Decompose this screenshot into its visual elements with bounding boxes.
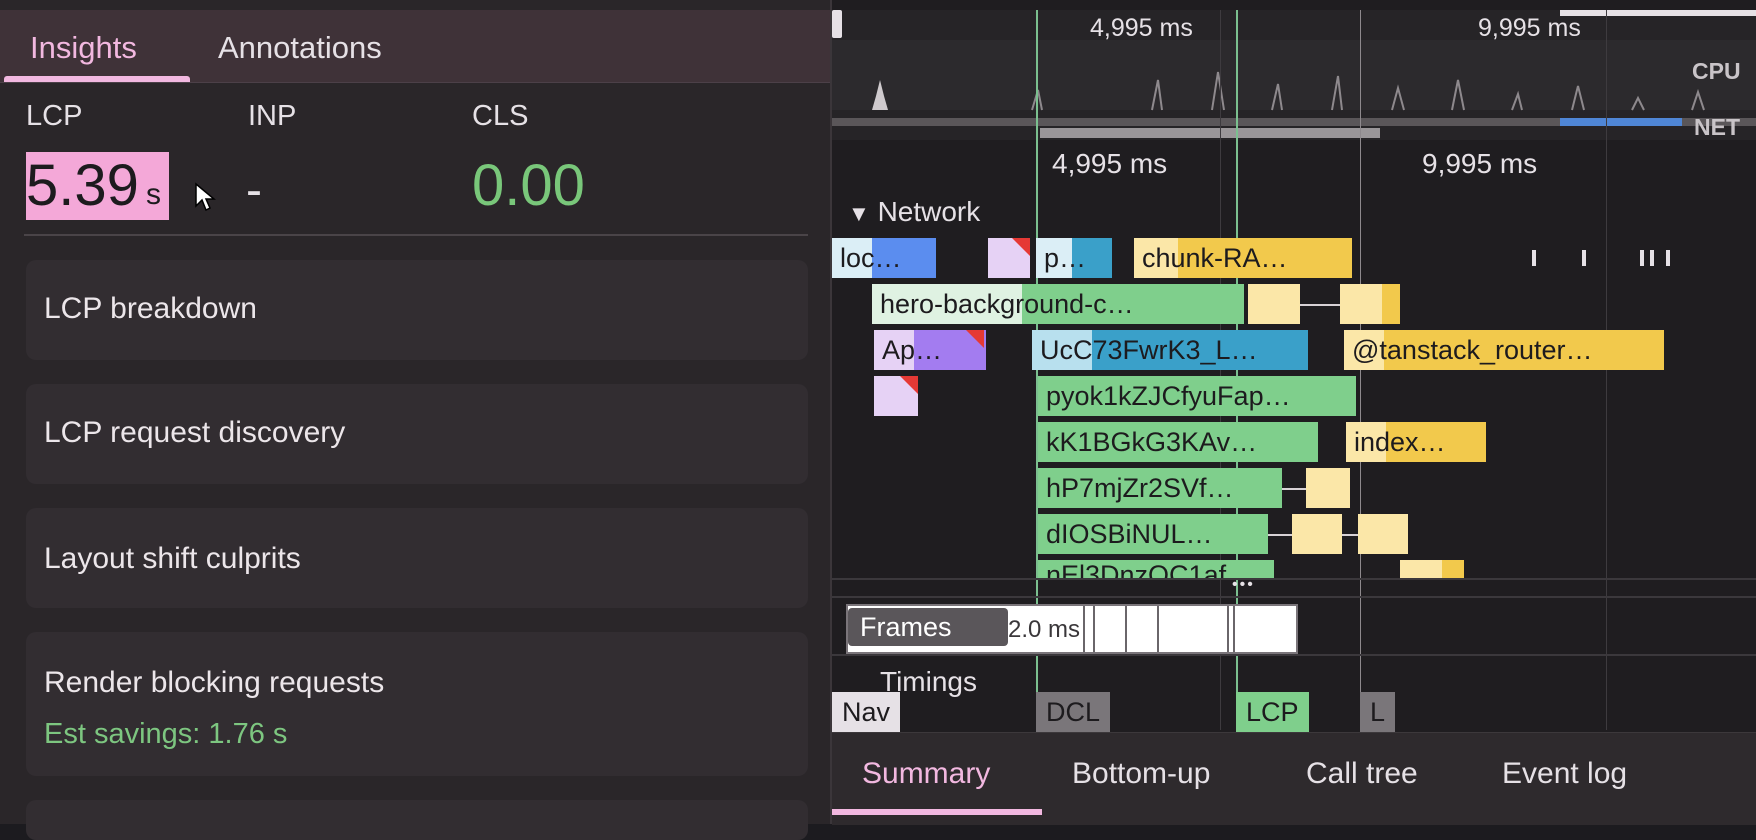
tab-bottom-up[interactable]: Bottom-up — [1072, 757, 1210, 791]
lcp-unit: s — [146, 178, 161, 211]
insights-tabbar: Insights Annotations — [0, 10, 830, 83]
network-title: Network — [877, 196, 981, 227]
request-bar[interactable]: p… — [1036, 238, 1112, 278]
inp-label: INP — [248, 100, 297, 132]
mouse-cursor-icon — [195, 182, 216, 212]
est-savings: Est savings: 1.76 s — [44, 718, 288, 750]
performance-timeline: 4,995 ms 9,995 ms CPU NET 4,995 ms 9,995… — [832, 0, 1756, 825]
insights-panel: Insights Annotations LCP INP CLS 5.39 s … — [0, 0, 832, 840]
request-bar[interactable] — [1306, 468, 1350, 508]
request-bar[interactable]: hero-background-c… — [872, 284, 1244, 324]
overview-tick-1: 4,995 ms — [1090, 14, 1193, 42]
metrics-divider — [24, 234, 808, 236]
tab-summary[interactable]: Summary — [862, 757, 990, 791]
timing-marker-load[interactable]: L — [1360, 692, 1396, 732]
ruler-tick-2: 9,995 ms — [1422, 148, 1538, 179]
network-track-header[interactable]: ▼ Network — [848, 196, 980, 228]
request-bar[interactable] — [1248, 284, 1300, 324]
request-tick — [1666, 250, 1670, 266]
lcp-label: LCP — [26, 100, 83, 132]
request-bar[interactable]: UcC73FwrK3_L… — [1032, 330, 1308, 370]
expand-triangle-icon: ▼ — [848, 201, 870, 226]
load-marker-line — [1360, 10, 1361, 730]
insight-lcp-request-discovery[interactable]: LCP request discovery — [26, 384, 808, 484]
tab-annotations[interactable]: Annotations — [218, 30, 382, 66]
cls-value: 0.00 — [472, 153, 585, 218]
insight-card-next[interactable] — [26, 800, 808, 840]
insight-lcp-breakdown[interactable]: LCP breakdown — [26, 260, 808, 360]
request-whisker — [1342, 534, 1358, 536]
track-separator — [832, 654, 1756, 656]
details-tabbar: Summary Bottom-up Call tree Event log — [832, 732, 1756, 825]
tab-event-log[interactable]: Event log — [1502, 757, 1627, 791]
frames-underlay-text: 2.0 ms — [1008, 616, 1081, 643]
inp-value: - — [246, 164, 262, 217]
insight-title: Layout shift culprits — [44, 542, 301, 575]
request-bar[interactable]: loc… — [832, 238, 936, 278]
request-tick — [1650, 250, 1654, 266]
timing-marker-lcp[interactable]: LCP — [1236, 692, 1309, 732]
request-bar[interactable]: index… — [1346, 422, 1486, 462]
cpu-label: CPU — [1692, 58, 1741, 84]
request-tick — [1640, 250, 1644, 266]
request-whisker — [1268, 534, 1292, 536]
range-handle-left[interactable] — [832, 10, 842, 38]
insight-title: LCP request discovery — [44, 416, 346, 449]
insight-title: LCP breakdown — [44, 292, 257, 325]
ruler-tick-1: 4,995 ms — [1052, 148, 1168, 179]
request-bar[interactable] — [988, 238, 1030, 278]
track-separator — [832, 596, 1756, 598]
request-bar[interactable] — [1400, 560, 1464, 578]
request-bar[interactable] — [1340, 284, 1400, 324]
request-bar[interactable]: chunk-RA… — [1134, 238, 1352, 278]
insight-render-blocking-requests[interactable]: Render blocking requests Est savings: 1.… — [26, 632, 808, 776]
request-bar[interactable]: pyok1kZJCfyuFap… — [1038, 376, 1356, 416]
request-whisker — [1282, 488, 1306, 490]
insight-layout-shift-culprits[interactable]: Layout shift culprits — [26, 508, 808, 608]
cpu-activity-graph — [832, 40, 1756, 138]
request-bar[interactable] — [1292, 514, 1342, 554]
tab-call-tree[interactable]: Call tree — [1306, 757, 1418, 791]
net-label: NET — [1694, 114, 1740, 140]
active-tab-indicator — [4, 76, 190, 82]
track-separator — [832, 578, 1756, 580]
timing-marker-dcl[interactable]: DCL — [1036, 692, 1111, 732]
timeline-overview[interactable]: 4,995 ms 9,995 ms CPU NET — [832, 10, 1756, 140]
request-tick — [1532, 250, 1536, 266]
gridline — [1606, 10, 1607, 730]
lcp-value[interactable]: 5.39 — [26, 152, 139, 220]
overview-range-bar — [1560, 10, 1756, 16]
request-bar[interactable]: kK1BGkG3KAv… — [1038, 422, 1318, 462]
tab-insights[interactable]: Insights — [30, 30, 137, 66]
frames-track-label: Frames — [848, 608, 1008, 646]
request-bar[interactable] — [1358, 514, 1408, 554]
overview-tick-2: 9,995 ms — [1478, 14, 1581, 42]
request-bar[interactable]: dIOSBiNUL… — [1038, 514, 1268, 554]
request-whisker — [1300, 304, 1340, 306]
more-rows-handle[interactable]: ••• — [1232, 576, 1255, 594]
cls-label: CLS — [472, 100, 529, 132]
request-bar[interactable] — [874, 376, 918, 416]
request-tick — [1582, 250, 1586, 266]
request-bar[interactable]: @tanstack_router… — [1344, 330, 1664, 370]
insight-title: Render blocking requests — [44, 666, 385, 699]
request-bar[interactable]: hP7mjZr2SVf… — [1038, 468, 1282, 508]
render-blocking-flag — [966, 330, 984, 348]
timing-marker-nav[interactable]: Nav — [832, 692, 901, 732]
active-tab-indicator — [832, 809, 1042, 815]
